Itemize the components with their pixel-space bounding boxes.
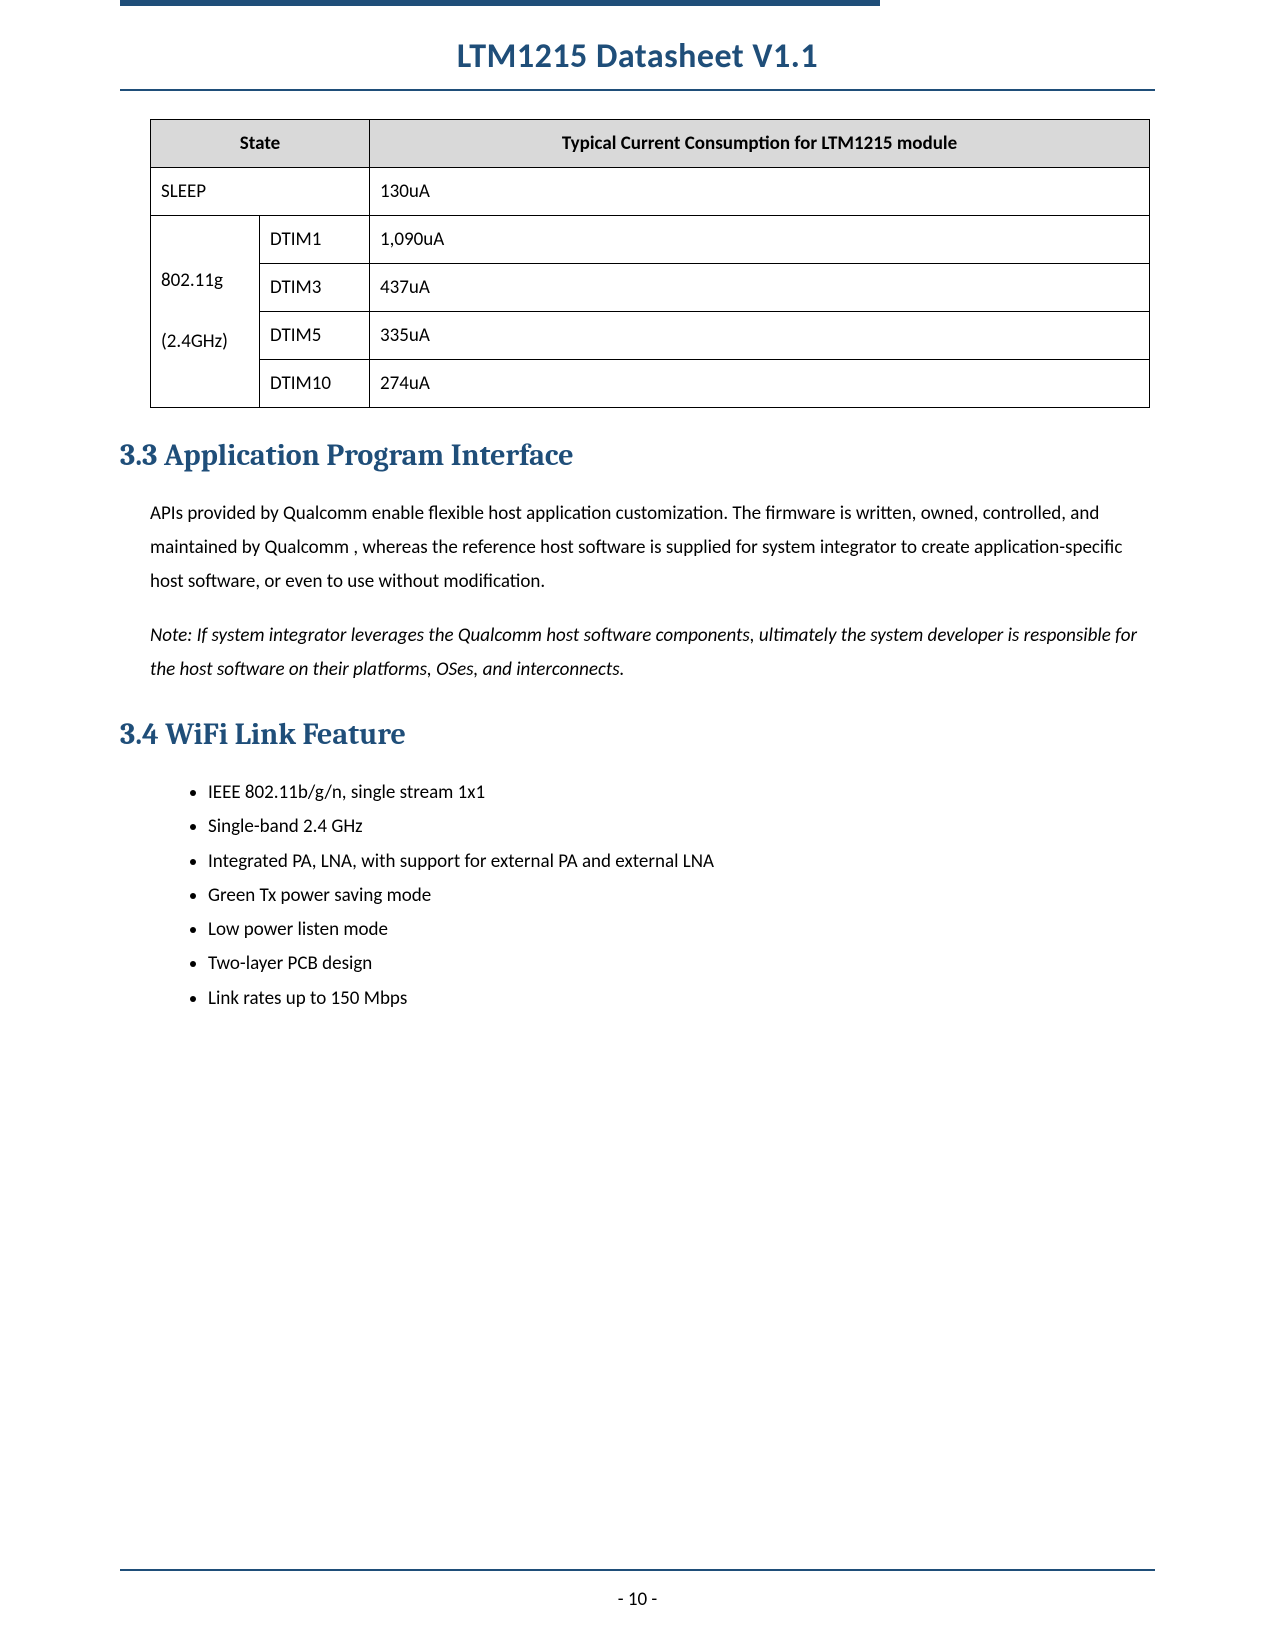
heading-3-4: 3.4 WiFi Link Feature — [120, 717, 1155, 752]
value-sleep: 130uA — [370, 168, 1150, 216]
list-item: IEEE 802.11b/g/n, single stream 1x1 — [208, 776, 1155, 810]
state-80211g-line1: 802.11g — [161, 266, 249, 296]
value-dtim5: 335uA — [370, 312, 1150, 360]
list-item: Link rates up to 150 Mbps — [208, 982, 1155, 1016]
state-80211g-line2: (2.4GHz) — [161, 327, 249, 357]
power-consumption-table: State Typical Current Consumption for LT… — [150, 119, 1150, 408]
value-dtim10: 274uA — [370, 360, 1150, 408]
state-80211g: 802.11g (2.4GHz) — [151, 216, 260, 408]
heading-3-3: 3.3 Application Program Interface — [120, 438, 1155, 473]
value-dtim1: 1,090uA — [370, 216, 1150, 264]
table-header-row: State Typical Current Consumption for LT… — [151, 120, 1150, 168]
sub-dtim10: DTIM10 — [260, 360, 370, 408]
document-title: LTM1215 Datasheet V1.1 — [120, 36, 1155, 77]
state-sleep: SLEEP — [151, 168, 370, 216]
paragraph-3-3: APIs provided by Qualcomm enable flexibl… — [150, 497, 1155, 600]
table-row: SLEEP 130uA — [151, 168, 1150, 216]
table-row: DTIM10 274uA — [151, 360, 1150, 408]
table-row: DTIM5 335uA — [151, 312, 1150, 360]
note-3-3: Note: If system integrator leverages the… — [150, 619, 1155, 687]
title-divider — [120, 89, 1155, 91]
power-table-container: State Typical Current Consumption for LT… — [150, 119, 1155, 408]
list-item: Integrated PA, LNA, with support for ext… — [208, 845, 1155, 879]
list-item: Single-band 2.4 GHz — [208, 810, 1155, 844]
top-accent-bar — [120, 0, 880, 6]
page-container: LTM1215 Datasheet V1.1 State Typical Cur… — [0, 0, 1275, 1651]
table-row: 802.11g (2.4GHz) DTIM1 1,090uA — [151, 216, 1150, 264]
sub-dtim3: DTIM3 — [260, 264, 370, 312]
sub-dtim5: DTIM5 — [260, 312, 370, 360]
page-number: - 10 - — [0, 1588, 1275, 1611]
list-item: Low power listen mode — [208, 913, 1155, 947]
sub-dtim1: DTIM1 — [260, 216, 370, 264]
list-item: Two-layer PCB design — [208, 947, 1155, 981]
value-dtim3: 437uA — [370, 264, 1150, 312]
header-state: State — [151, 120, 370, 168]
list-item: Green Tx power saving mode — [208, 879, 1155, 913]
table-row: DTIM3 437uA — [151, 264, 1150, 312]
feature-list: IEEE 802.11b/g/n, single stream 1x1 Sing… — [180, 776, 1155, 1016]
header-value: Typical Current Consumption for LTM1215 … — [370, 120, 1150, 168]
footer-divider — [120, 1569, 1155, 1571]
